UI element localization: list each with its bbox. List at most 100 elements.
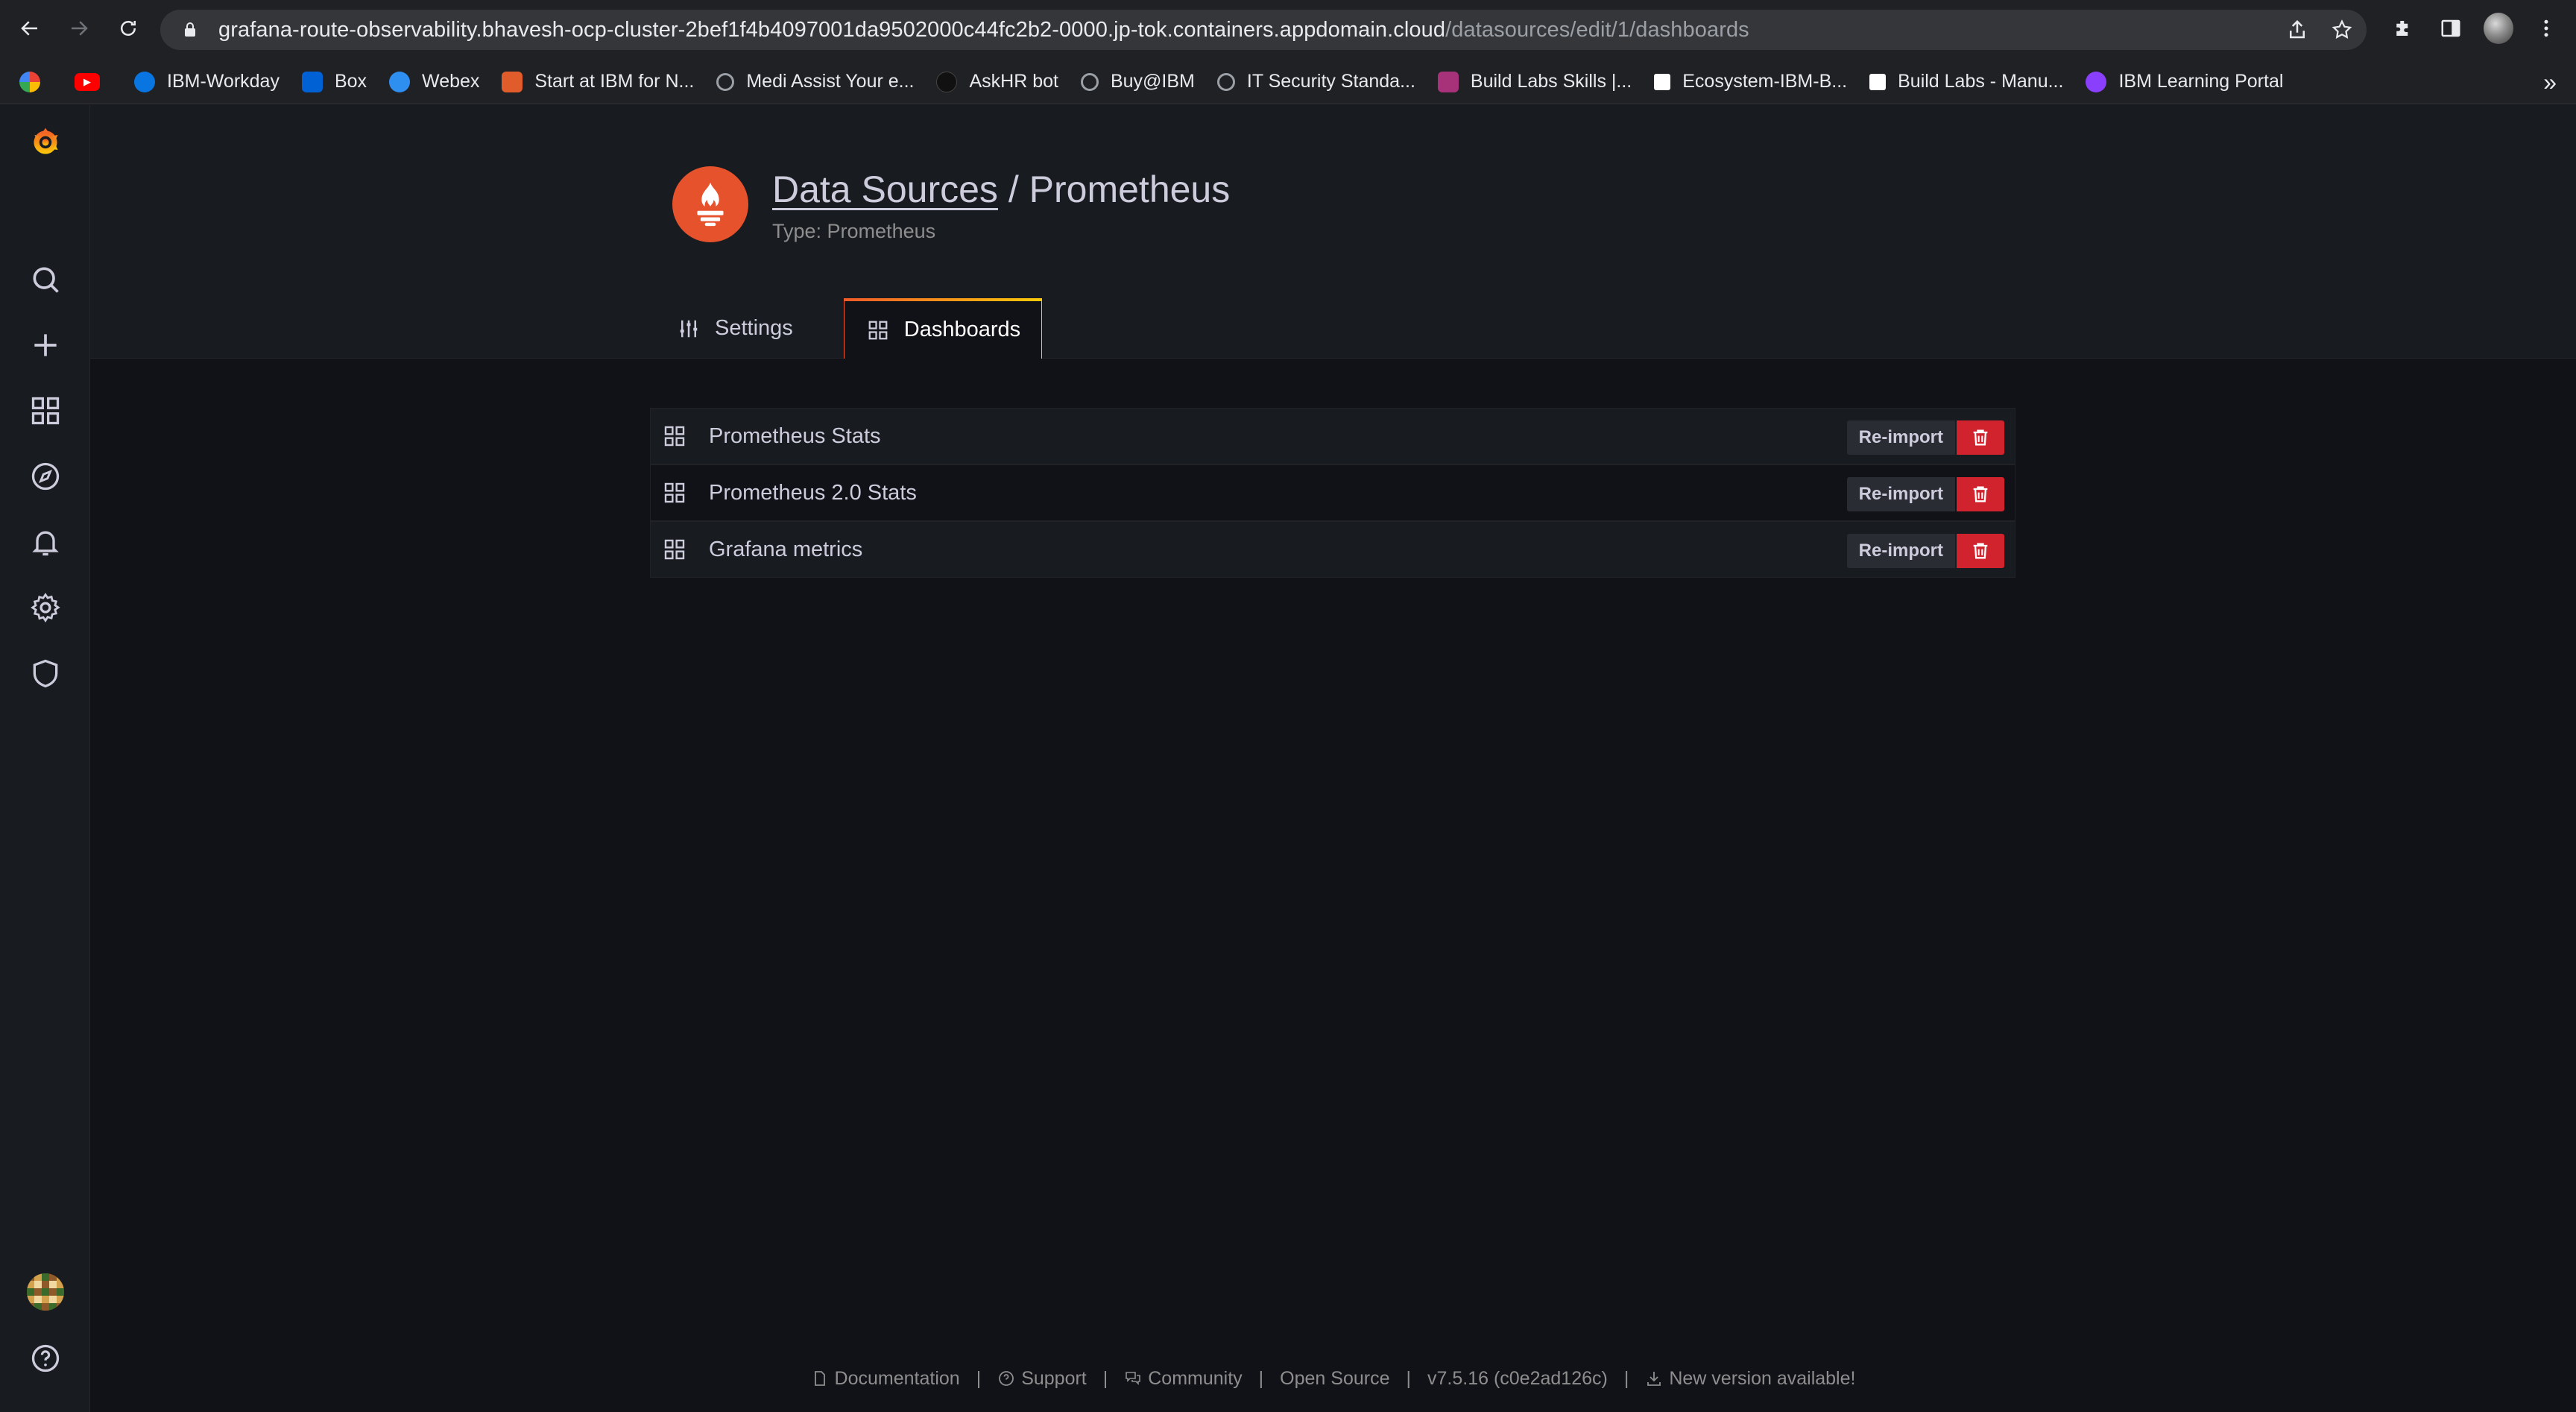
bookmark-label: AskHR bot [969,71,1058,92]
dashboard-name: Prometheus 2.0 Stats [709,480,917,505]
breadcrumb-separator: / [1008,168,1019,210]
notion-icon [1869,73,1887,90]
user-avatar[interactable] [27,1273,64,1311]
bookmark-item[interactable]: Start at IBM for N... [502,71,694,92]
apps-grid-icon [664,426,685,447]
dashboards-button[interactable] [25,391,66,431]
bookmark-item[interactable]: Webex [389,71,479,92]
create-button[interactable] [25,325,66,365]
forward-button[interactable] [64,13,94,43]
footer-support-link[interactable]: Support [997,1368,1087,1390]
row-actions: Re-import [1846,534,2004,568]
globe-icon [716,72,735,91]
prometheus-flame-icon [697,182,724,227]
start-icon [502,71,523,92]
bookmark-item[interactable]: Build Labs Skills |... [1437,71,1632,92]
reimport-button[interactable]: Re-import [1846,420,1955,455]
footer-separator: | [1258,1367,1264,1389]
bookmark-item[interactable]: ▶ [75,72,112,91]
url-text: grafana-route-observability.bhavesh-ocp-… [218,18,1749,42]
row-actions: Re-import [1846,420,2004,455]
search-icon [33,267,59,293]
bookmark-item[interactable]: Medi Assist Your e... [716,71,914,92]
share-icon[interactable] [2286,19,2308,41]
comments-icon [1126,1372,1141,1385]
bookmark-item[interactable]: Ecosystem-IBM-B... [1654,71,1847,92]
apps-grid-icon [664,482,685,503]
configuration-button[interactable] [25,587,66,628]
prometheus-logo [672,166,748,242]
footer-new-version-link[interactable]: New version available! [1645,1368,1855,1390]
youtube-icon: ▶ [75,72,100,91]
plus-icon [34,334,57,356]
box-icon [301,71,323,92]
apps-grid-icon [664,539,685,560]
search-button[interactable] [25,259,66,300]
bookmark-item[interactable]: AskHR bot [936,71,1058,92]
url-host: grafana-route-observability.bhavesh-ocp-… [218,17,1446,42]
profile-button[interactable] [2484,13,2513,44]
learning-icon [2086,71,2107,92]
main-content: Data Sources / Prometheus Type: Promethe… [90,105,2576,1412]
footer: Documentation | Support | Community | Op… [90,1364,2576,1393]
side-panel-button[interactable] [2436,13,2466,43]
bookmark-label: Webex [422,71,480,92]
footer-separator: | [1406,1367,1412,1389]
url-path: /datasources/edit/1/dashboards [1445,17,1749,42]
bookmark-item[interactable]: IBM-Workday [134,71,280,92]
help-button[interactable] [25,1338,66,1378]
page-header: Data Sources / Prometheus Type: Promethe… [90,105,2576,359]
dashboard-row: Prometheus Stats Re-import [650,408,2015,464]
bookmark-label: IT Security Standa... [1246,71,1415,92]
delete-dashboard-button[interactable] [1957,420,2004,455]
bookmark-item[interactable]: Buy@IBM [1080,71,1195,92]
bookmark-item[interactable]: Box [301,71,367,92]
gear-icon [31,593,60,623]
bookmark-item[interactable]: IBM Learning Portal [2086,71,2283,92]
dot-icon [936,71,958,92]
browser-menu-button[interactable] [2531,13,2561,43]
dashboard-row: Prometheus 2.0 Stats Re-import [650,464,2015,521]
bookmark-label: IBM Learning Portal [2118,71,2284,92]
apps-grid-icon [31,397,60,425]
grafana-logo[interactable] [25,122,66,162]
bookmark-item[interactable]: Build Labs - Manu... [1869,71,2063,92]
tab-dashboards[interactable]: Dashboards [843,298,1043,359]
delete-dashboard-button[interactable] [1957,534,2004,568]
trello-icon [1654,73,1671,90]
bookmark-label: Start at IBM for N... [534,71,695,92]
footer-documentation-link[interactable]: Documentation [811,1368,960,1390]
footer-open-source-link[interactable]: Open Source [1280,1368,1389,1390]
reimport-button[interactable]: Re-import [1846,534,1955,568]
reload-button[interactable] [113,13,143,43]
address-bar[interactable]: grafana-route-observability.bhavesh-ocp-… [160,10,2367,50]
page-title: Data Sources / Prometheus [772,168,1230,211]
puzzle-icon [2396,21,2408,36]
bookmarks-overflow-button[interactable]: » [2543,69,2557,96]
bookmark-label: Buy@IBM [1110,71,1195,92]
tab-settings[interactable]: Settings [657,298,814,359]
arrow-right-icon [72,21,88,36]
reimport-button[interactable]: Re-import [1846,477,1955,511]
alerting-button[interactable] [25,522,66,562]
buildlabs-icon [1437,71,1459,92]
kebab-menu-icon [2544,19,2548,37]
bookmark-label: Medi Assist Your e... [746,71,915,92]
back-button[interactable] [15,13,45,43]
breadcrumb-data-sources-link[interactable]: Data Sources [772,168,998,210]
browser-toolbar: grafana-route-observability.bhavesh-ocp-… [0,0,2576,60]
footer-community-link[interactable]: Community [1124,1368,1243,1390]
bookmark-item[interactable] [19,71,52,92]
browser-extensions [2388,13,2561,44]
server-admin-button[interactable] [25,653,66,693]
footer-separator: | [976,1367,982,1389]
explore-button[interactable] [25,456,66,497]
footer-separator: | [1623,1367,1629,1389]
delete-dashboard-button[interactable] [1957,477,2004,511]
row-actions: Re-import [1846,477,2004,511]
download-icon [1647,1372,1661,1386]
bookmark-item[interactable]: IT Security Standa... [1216,71,1415,92]
star-icon[interactable] [2331,19,2353,41]
extensions-button[interactable] [2388,13,2418,43]
bookmark-label: Build Labs Skills |... [1470,71,1632,92]
